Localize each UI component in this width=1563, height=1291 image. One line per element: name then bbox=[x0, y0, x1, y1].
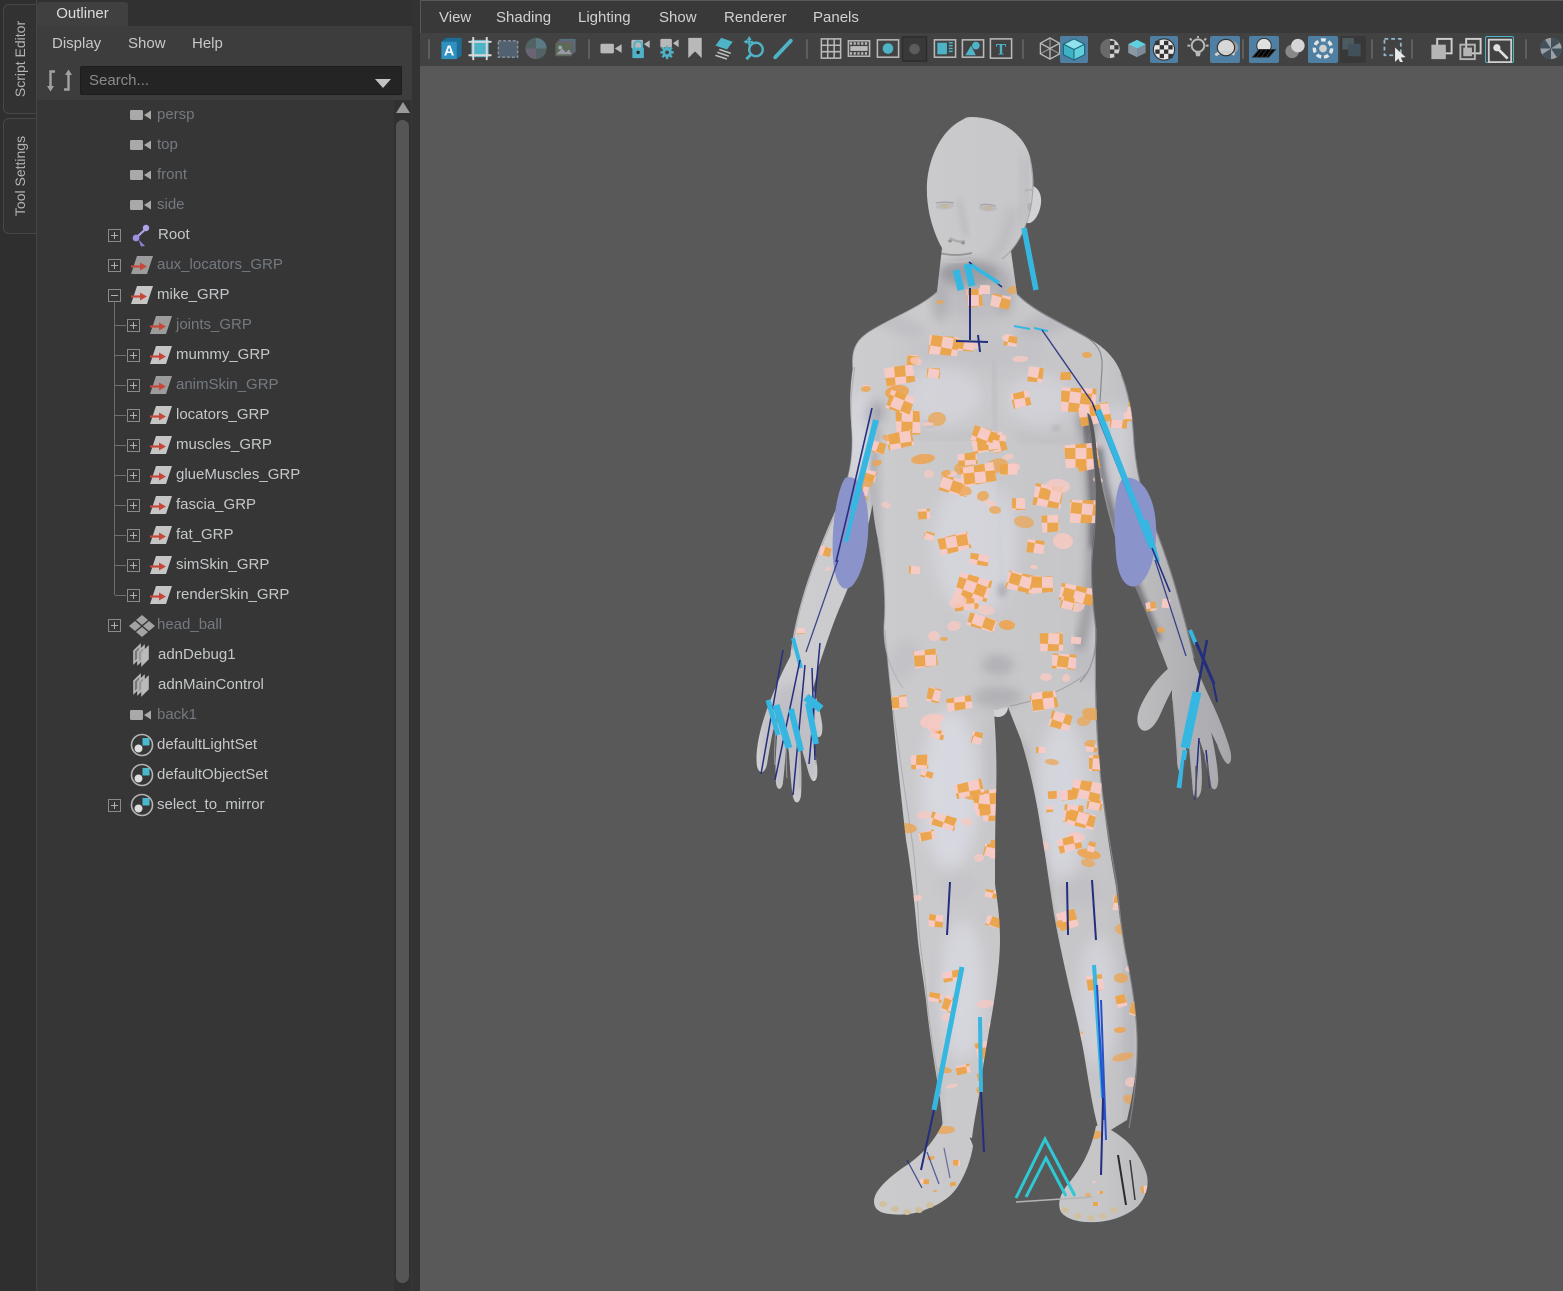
svg-text:T: T bbox=[996, 41, 1007, 58]
svg-text:A: A bbox=[444, 43, 455, 59]
